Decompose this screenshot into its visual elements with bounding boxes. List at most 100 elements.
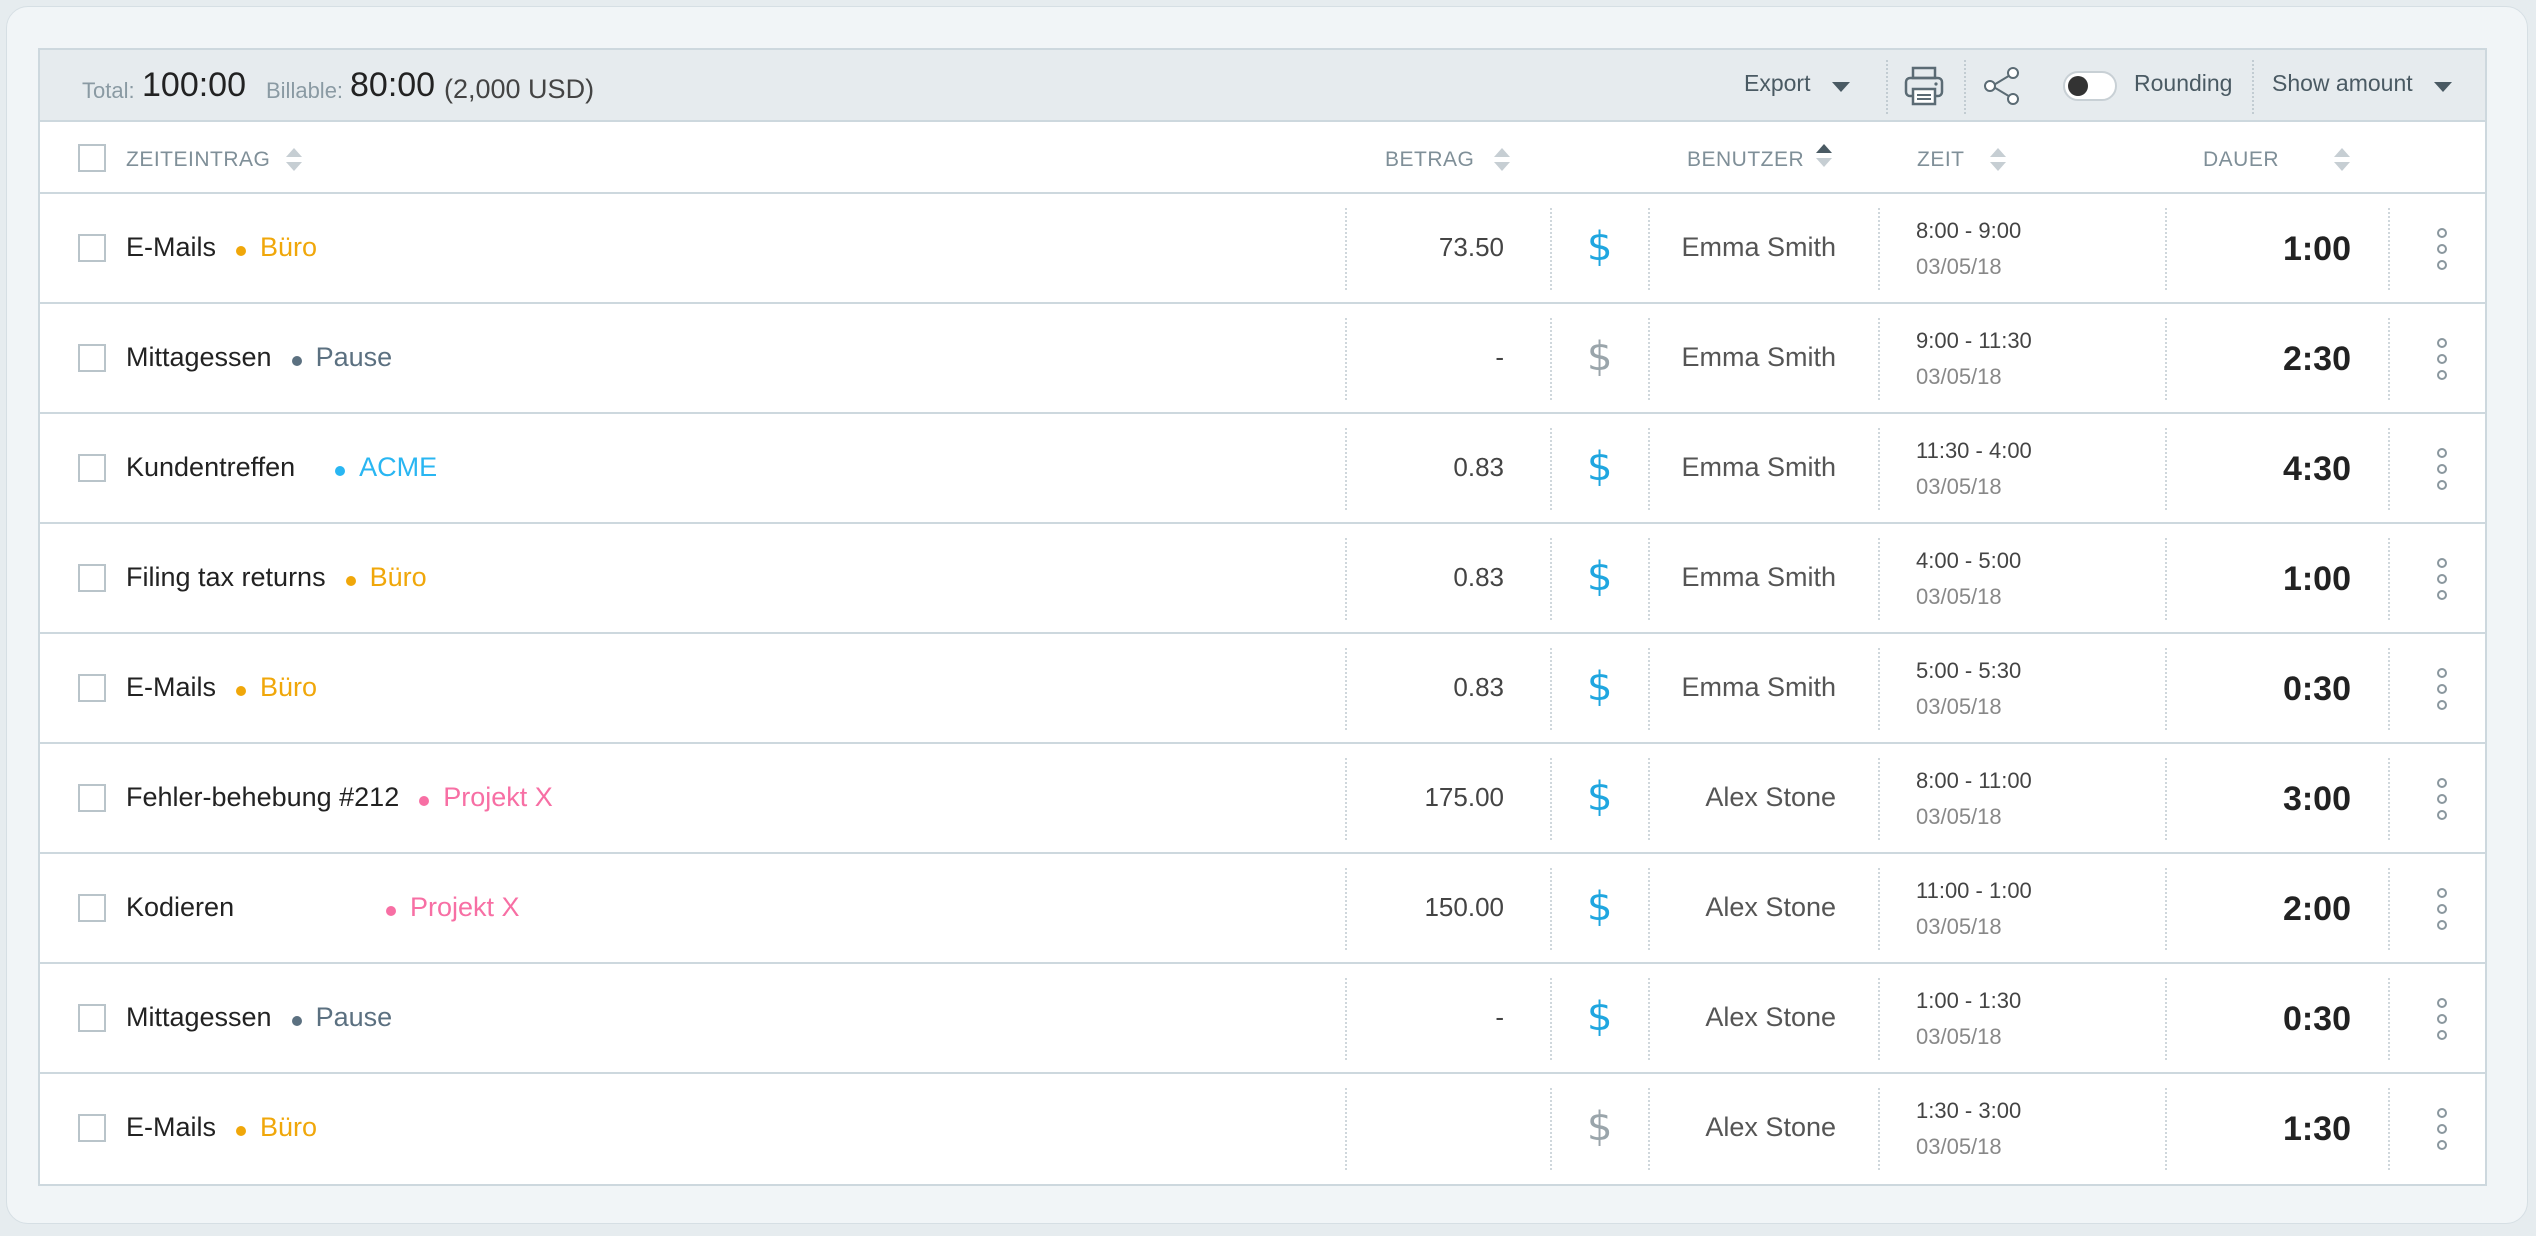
amount-value[interactable]: 73.50 [1439, 232, 1504, 263]
user-name[interactable]: Emma Smith [1681, 342, 1836, 373]
amount-value[interactable]: - [1495, 342, 1504, 373]
sort-icon[interactable] [2334, 148, 2350, 174]
entry-date[interactable]: 03/05/18 [1916, 804, 2002, 830]
time-range[interactable]: 8:00 - 9:00 [1916, 218, 2021, 244]
entry-description[interactable]: Kodieren [126, 892, 234, 923]
more-options-icon[interactable] [2437, 778, 2447, 822]
billable-dollar-icon[interactable]: $ [1587, 774, 1612, 820]
project-tag[interactable]: Pause [316, 1002, 393, 1033]
share-button[interactable] [1980, 64, 2028, 108]
entry-date[interactable]: 03/05/18 [1916, 1024, 2002, 1050]
user-name[interactable]: Emma Smith [1681, 672, 1836, 703]
select-all-checkbox[interactable] [78, 144, 106, 172]
table-row[interactable]: Kundentreffen ACME 0.83 $ Emma Smith 11:30 - … [40, 414, 2485, 524]
duration-value[interactable]: 1:00 [2283, 560, 2351, 599]
row-checkbox[interactable] [78, 564, 106, 592]
table-row[interactable]: Filing tax returns Büro 0.83 $ Emma Smith 4:0… [40, 524, 2485, 634]
row-checkbox[interactable] [78, 454, 106, 482]
amount-value[interactable]: 0.83 [1453, 452, 1504, 483]
duration-value[interactable]: 3:00 [2283, 780, 2351, 819]
user-name[interactable]: Emma Smith [1681, 232, 1836, 263]
duration-value[interactable]: 0:30 [2283, 670, 2351, 709]
time-range[interactable]: 1:30 - 3:00 [1916, 1098, 2021, 1124]
entry-description[interactable]: Fehler-behebung #212 [126, 782, 399, 813]
amount-value[interactable]: 150.00 [1424, 892, 1504, 923]
user-name[interactable]: Alex Stone [1705, 782, 1836, 813]
row-checkbox[interactable] [78, 234, 106, 262]
sort-icon[interactable] [1494, 148, 1510, 174]
time-range[interactable]: 11:00 - 1:00 [1916, 878, 2032, 904]
more-options-icon[interactable] [2437, 998, 2447, 1042]
user-name[interactable]: Alex Stone [1705, 1112, 1836, 1143]
time-range[interactable]: 1:00 - 1:30 [1916, 988, 2021, 1014]
more-options-icon[interactable] [2437, 228, 2447, 272]
billable-dollar-icon[interactable]: $ [1587, 554, 1612, 600]
sort-ascending-icon[interactable] [1816, 144, 1832, 170]
row-checkbox[interactable] [78, 784, 106, 812]
duration-value[interactable]: 4:30 [2283, 450, 2351, 489]
duration-value[interactable]: 1:00 [2283, 230, 2351, 269]
project-tag[interactable]: ACME [359, 452, 437, 483]
entry-description[interactable]: Kundentreffen [126, 452, 295, 483]
row-checkbox[interactable] [78, 674, 106, 702]
entry-date[interactable]: 03/05/18 [1916, 584, 2002, 610]
column-header-amount[interactable]: BETRAG [1385, 148, 1474, 172]
user-name[interactable]: Emma Smith [1681, 452, 1836, 483]
time-range[interactable]: 5:00 - 5:30 [1916, 658, 2021, 684]
row-checkbox[interactable] [78, 344, 106, 372]
amount-value[interactable]: - [1495, 1002, 1504, 1033]
entry-date[interactable]: 03/05/18 [1916, 364, 2002, 390]
time-range[interactable]: 4:00 - 5:00 [1916, 548, 2021, 574]
more-options-icon[interactable] [2437, 558, 2447, 602]
entry-description[interactable]: E-Mails [126, 1112, 216, 1143]
entry-description[interactable]: Mittagessen [126, 1002, 272, 1033]
entry-description[interactable]: E-Mails [126, 672, 216, 703]
more-options-icon[interactable] [2437, 1108, 2447, 1152]
column-header-time[interactable]: ZEIT [1917, 148, 1965, 172]
table-row[interactable]: Mittagessen Pause - $ Alex Stone 1:00 - 1:30 0… [40, 964, 2485, 1074]
project-tag[interactable]: Projekt X [443, 782, 553, 813]
entry-date[interactable]: 03/05/18 [1916, 254, 2002, 280]
entry-description[interactable]: Filing tax returns [126, 562, 326, 593]
more-options-icon[interactable] [2437, 668, 2447, 712]
sort-icon[interactable] [1990, 148, 2006, 174]
project-tag[interactable]: Büro [370, 562, 427, 593]
entry-description[interactable]: E-Mails [126, 232, 216, 263]
entry-date[interactable]: 03/05/18 [1916, 914, 2002, 940]
project-tag[interactable]: Büro [260, 1112, 317, 1143]
user-name[interactable]: Alex Stone [1705, 892, 1836, 923]
more-options-icon[interactable] [2437, 338, 2447, 382]
project-tag[interactable]: Büro [260, 232, 317, 263]
row-checkbox[interactable] [78, 1004, 106, 1032]
project-tag[interactable]: Projekt X [410, 892, 520, 923]
billable-dollar-icon[interactable]: $ [1587, 444, 1612, 490]
amount-value[interactable]: 0.83 [1453, 562, 1504, 593]
table-row[interactable]: E-Mails Büro 73.50 $ Emma Smith 8:00 - 9:00 03… [40, 194, 2485, 304]
duration-value[interactable]: 2:30 [2283, 340, 2351, 379]
sort-icon[interactable] [286, 148, 302, 174]
billable-dollar-icon[interactable]: $ [1587, 994, 1612, 1040]
entry-date[interactable]: 03/05/18 [1916, 1134, 2002, 1160]
row-checkbox[interactable] [78, 894, 106, 922]
table-row[interactable]: Mittagessen Pause - $ Emma Smith 9:00 - 11:30… [40, 304, 2485, 414]
billable-dollar-icon[interactable]: $ [1587, 334, 1612, 380]
time-range[interactable]: 8:00 - 11:00 [1916, 768, 2032, 794]
duration-value[interactable]: 0:30 [2283, 1000, 2351, 1039]
duration-value[interactable]: 1:30 [2283, 1110, 2351, 1149]
more-options-icon[interactable] [2437, 888, 2447, 932]
user-name[interactable]: Alex Stone [1705, 1002, 1836, 1033]
table-row[interactable]: E-Mails Büro $ Alex Stone 1:30 - 3:00 03/05/1… [40, 1074, 2485, 1184]
table-row[interactable]: Fehler-behebung #212 Projekt X 175.00 $ Alex… [40, 744, 2485, 854]
billable-dollar-icon[interactable]: $ [1587, 224, 1612, 270]
column-header-user[interactable]: BENUTZER [1687, 148, 1804, 172]
billable-dollar-icon[interactable]: $ [1587, 664, 1612, 710]
entry-date[interactable]: 03/05/18 [1916, 694, 2002, 720]
entry-date[interactable]: 03/05/18 [1916, 474, 2002, 500]
print-button[interactable] [1902, 64, 1950, 108]
row-checkbox[interactable] [78, 1114, 106, 1142]
duration-value[interactable]: 2:00 [2283, 890, 2351, 929]
rounding-toggle[interactable] [2063, 71, 2117, 101]
user-name[interactable]: Emma Smith [1681, 562, 1836, 593]
amount-value[interactable]: 175.00 [1424, 782, 1504, 813]
billable-dollar-icon[interactable]: $ [1587, 884, 1612, 930]
